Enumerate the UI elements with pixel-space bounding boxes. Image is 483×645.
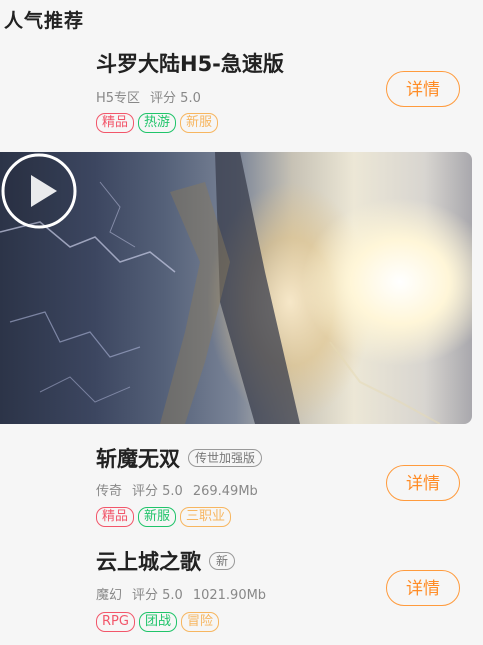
tag: 冒险 (180, 612, 219, 632)
game-category: H5专区 (96, 91, 141, 106)
details-button[interactable]: 详情 (386, 570, 460, 606)
tag-list: 精品 新服 三职业 (96, 505, 235, 527)
section-title: 人气推荐 (4, 10, 85, 32)
game-rating: 评分 5.0 (132, 588, 183, 603)
details-button[interactable]: 详情 (386, 465, 460, 501)
game-name: 斗罗大陆H5-急速版 (96, 52, 284, 76)
game-meta: 魔幻 评分 5.0 1021.90Mb (96, 584, 276, 603)
tag: 三职业 (180, 507, 232, 527)
tag-list: 精品 热游 新服 (96, 111, 222, 133)
game-rating: 评分 5.0 (150, 91, 201, 106)
game-meta: 传奇 评分 5.0 269.49Mb (96, 480, 268, 499)
game-size: 1021.90Mb (192, 588, 267, 603)
game-category: 魔幻 (96, 588, 123, 603)
game-rating: 评分 5.0 (132, 484, 183, 499)
tag: 新服 (138, 507, 177, 527)
play-circle-icon[interactable] (0, 152, 78, 230)
tag: RPG (96, 612, 135, 632)
tag-list: RPG 团战 冒险 (96, 610, 223, 632)
game-category: 传奇 (96, 484, 123, 499)
tag: 新服 (180, 113, 219, 133)
tag: 热游 (138, 113, 177, 133)
game-name: 云上城之歌新 (96, 546, 236, 576)
tag: 精品 (96, 113, 135, 133)
name-badge: 新 (209, 552, 236, 570)
details-button[interactable]: 详情 (386, 71, 460, 107)
game-meta: H5专区 评分 5.0 (96, 87, 211, 106)
video-player[interactable] (0, 152, 472, 424)
tag: 精品 (96, 507, 135, 527)
tag: 团战 (138, 612, 177, 632)
game-size: 269.49Mb (192, 484, 258, 499)
game-name: 斩魔无双 传世加强版 (96, 443, 263, 473)
name-badge: 传世加强版 (188, 449, 263, 467)
